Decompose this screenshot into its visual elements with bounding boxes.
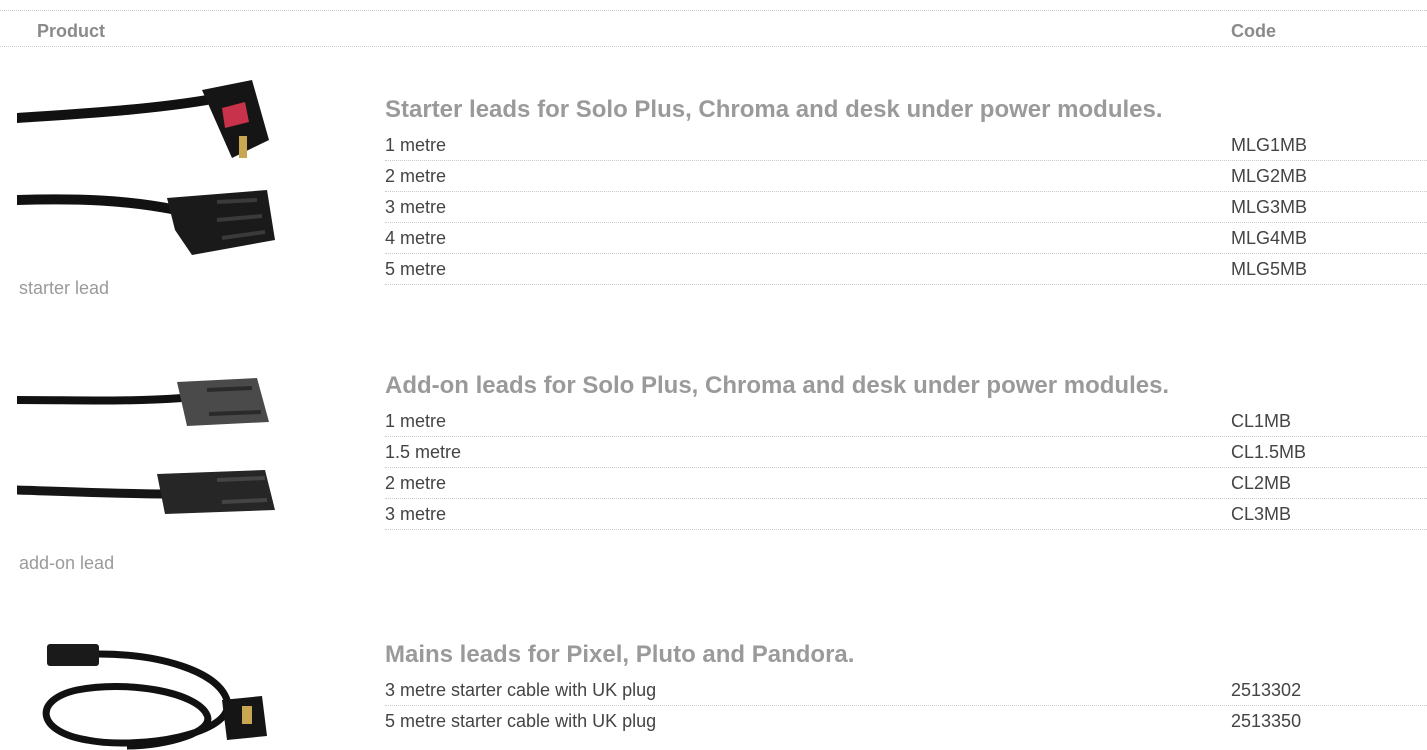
mains-leads-title: Mains leads for Pixel, Pluto and Pandora… [385,641,855,668]
mains-leads-section: Mains leads for Pixel, Pluto and Pandora… [0,0,1427,750]
row-description: 5 metre starter cable with UK plug [385,711,657,731]
table-row: 5 metre starter cable with UK plug 25133… [385,706,1427,736]
row-code: 2513350 [1231,711,1302,731]
table-row: 3 metre starter cable with UK plug 25133… [385,675,1427,706]
row-code: 2513302 [1231,680,1302,700]
row-description: 3 metre starter cable with UK plug [385,680,657,700]
mains-lead-image [42,644,267,750]
mains-leads-table: 3 metre starter cable with UK plug 25133… [385,675,1427,736]
